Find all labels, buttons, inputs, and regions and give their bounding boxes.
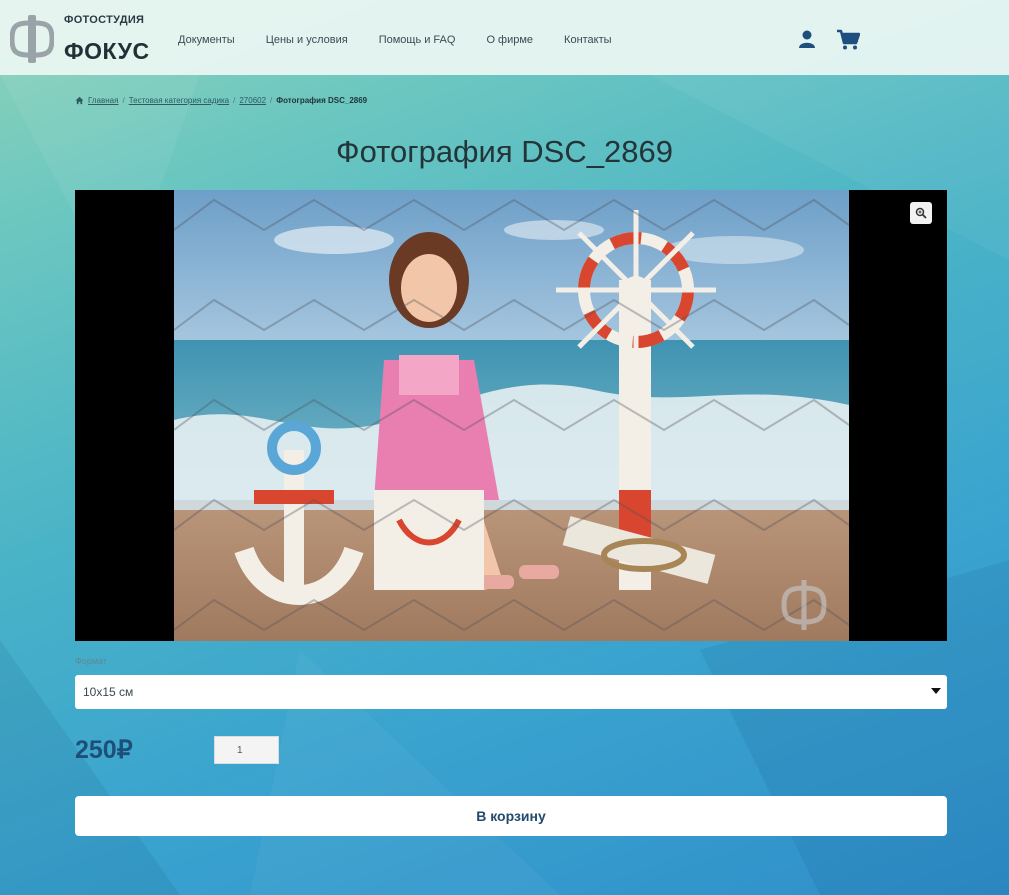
nav-item-contacts[interactable]: Контакты (564, 34, 612, 46)
main-nav: Документы Цены и условия Помощь и FAQ О … (178, 34, 643, 46)
breadcrumb-separator: / (122, 96, 125, 105)
product-price: 250₽ (75, 736, 133, 764)
cart-icon[interactable] (836, 29, 860, 51)
logo-icon[interactable] (10, 13, 54, 65)
breadcrumb-album[interactable]: 270602 (239, 96, 266, 105)
breadcrumb-category[interactable]: Тестовая категория садика (129, 96, 229, 105)
breadcrumb: Главная / Тестовая категория садика / 27… (75, 96, 367, 105)
home-icon[interactable] (75, 96, 84, 105)
nav-item-prices[interactable]: Цены и условия (266, 34, 348, 46)
user-icon[interactable] (797, 29, 817, 49)
caret-down-icon (931, 688, 941, 694)
site-header: ФОТОСТУДИЯ ФОКУС Документы Цены и услови… (0, 0, 1009, 75)
zoom-button[interactable] (910, 202, 932, 224)
product-image-frame[interactable] (75, 190, 947, 641)
nav-item-about[interactable]: О фирме (486, 34, 533, 46)
add-to-cart-button[interactable]: В корзину (75, 796, 947, 836)
brand-subtitle[interactable]: ФОТОСТУДИЯ (64, 14, 144, 26)
breadcrumb-home[interactable]: Главная (88, 96, 118, 105)
brand-name[interactable]: ФОКУС (64, 38, 150, 65)
zoom-icon (915, 207, 927, 219)
quantity-input[interactable] (214, 736, 279, 764)
format-selected-value: 10x15 см (83, 685, 134, 699)
breadcrumb-current: Фотография DSC_2869 (276, 96, 368, 105)
page-title: Фотография DSC_2869 (336, 134, 673, 169)
format-select[interactable]: 10x15 см (75, 675, 947, 709)
product-photo[interactable] (174, 190, 849, 641)
nav-item-help[interactable]: Помощь и FAQ (379, 34, 456, 46)
breadcrumb-separator: / (233, 96, 236, 105)
format-label: Формат (75, 656, 107, 666)
breadcrumb-separator: / (270, 96, 273, 105)
nav-item-documents[interactable]: Документы (178, 34, 235, 46)
